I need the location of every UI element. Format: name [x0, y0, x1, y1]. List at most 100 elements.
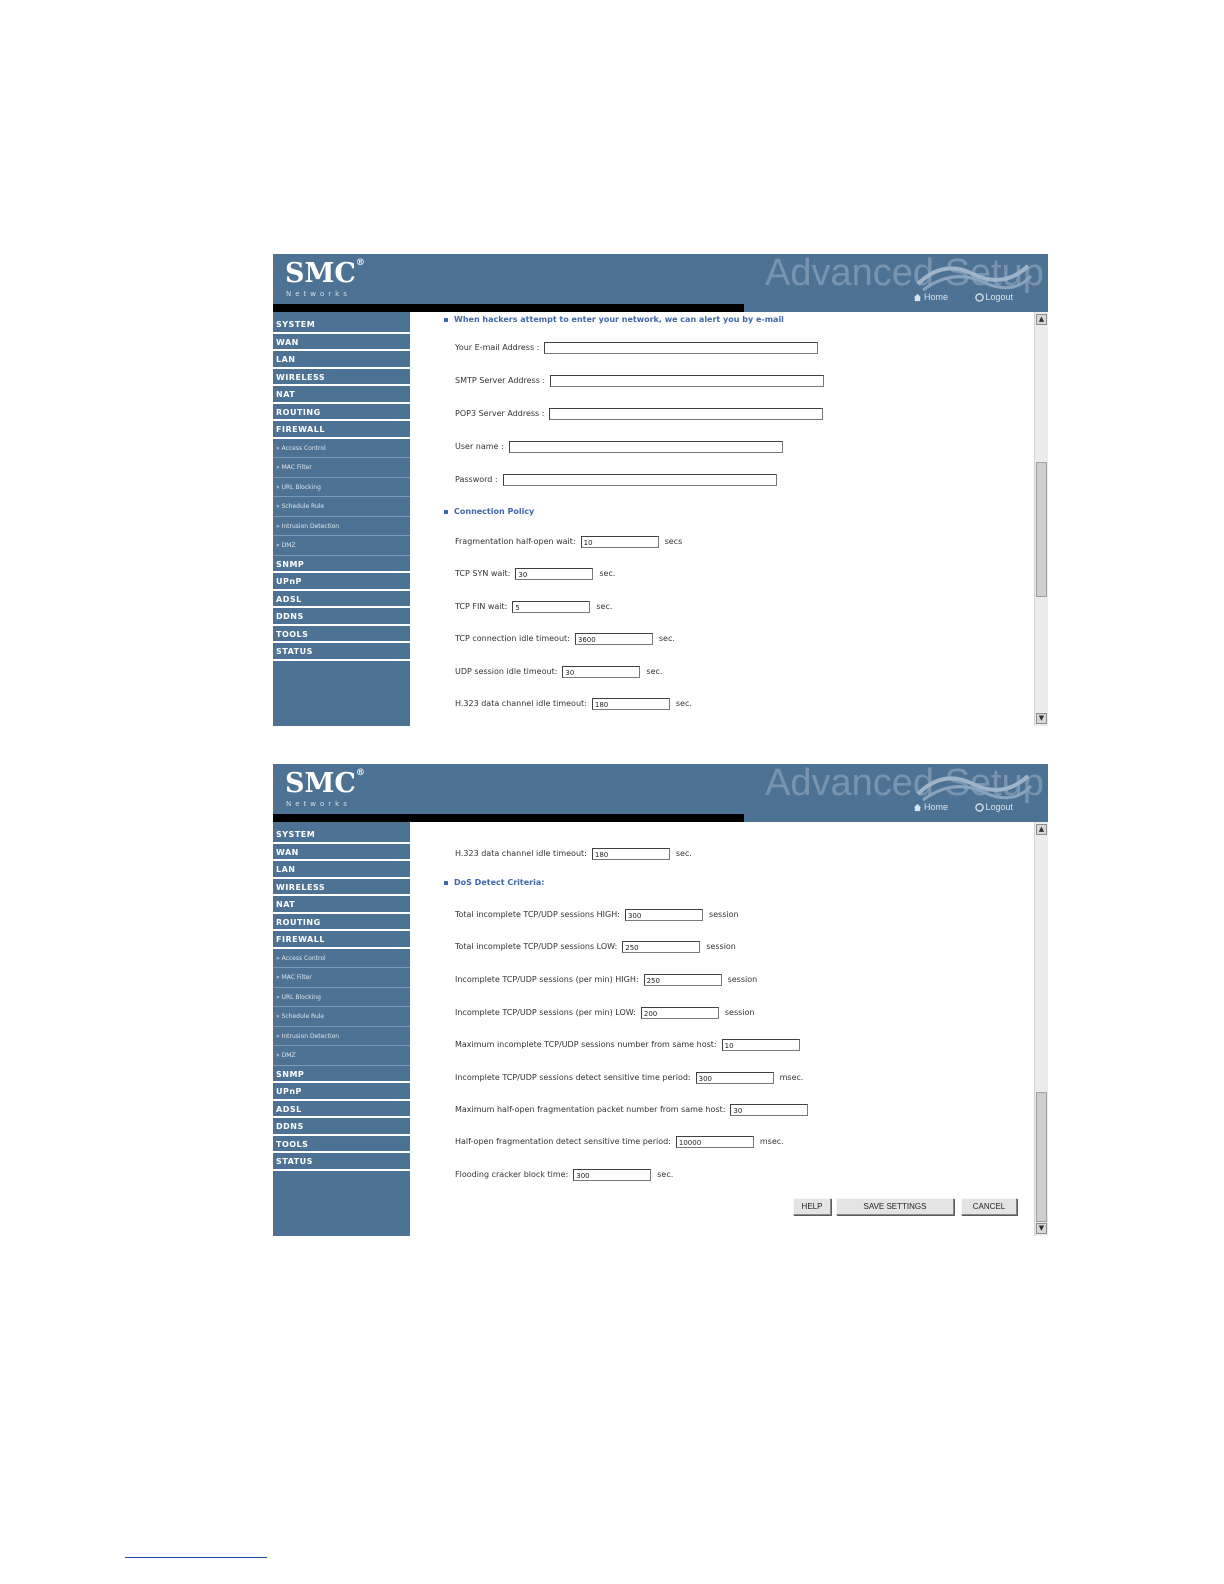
dos-criteria-section-title: DoS Detect Criteria:	[444, 878, 544, 887]
sidebar-sub-intrusion-detection[interactable]: » Intrusion Detection	[273, 1027, 410, 1046]
sidebar-item-wan[interactable]: WAN	[273, 334, 410, 351]
bullet-icon	[444, 880, 448, 885]
sidebar-item-ddns[interactable]: DDNS	[273, 1118, 410, 1136]
scroll-up-arrow-icon[interactable]: ▲	[1036, 824, 1047, 835]
save-settings-button[interactable]: SAVE SETTINGS	[836, 1198, 954, 1215]
h323-idle-input[interactable]: 180	[591, 698, 670, 710]
content-panel: When hackers attempt to enter your netwo…	[410, 312, 1034, 726]
sidebar-item-wan[interactable]: WAN	[273, 844, 410, 861]
logo-tagline: Networks	[286, 290, 351, 298]
header-black-bar	[273, 814, 744, 822]
sidebar-item-nat[interactable]: NAT	[273, 896, 410, 914]
dos-total-low-input[interactable]: 250	[622, 941, 701, 953]
sidebar-item-firewall[interactable]: FIREWALL	[273, 931, 410, 949]
sidebar-sub-mac-filter[interactable]: » MAC Filter	[273, 968, 410, 988]
sidebar-nav: SYSTEM WAN LAN WIRELESS NAT ROUTING FIRE…	[273, 312, 410, 726]
password-input[interactable]	[502, 474, 777, 486]
header-links: Home Logout	[913, 292, 1037, 302]
sidebar-item-lan[interactable]: LAN	[273, 351, 410, 369]
sidebar-item-upnp[interactable]: UPnP	[273, 1083, 410, 1101]
smc-logo: SMC®	[285, 258, 365, 289]
dos-max-halfopen-input[interactable]: 30	[730, 1104, 809, 1116]
sidebar-item-adsl[interactable]: ADSL	[273, 591, 410, 608]
sidebar-item-snmp[interactable]: SNMP	[273, 1066, 410, 1083]
sidebar-item-adsl[interactable]: ADSL	[273, 1101, 410, 1118]
pop3-server-row: POP3 Server Address :	[455, 406, 824, 422]
dos-halfopen-period-input[interactable]: 10000	[675, 1136, 754, 1148]
email-address-row: Your E-mail Address :	[455, 340, 819, 356]
sidebar-item-routing[interactable]: ROUTING	[273, 404, 410, 421]
sidebar-item-status[interactable]: STATUS	[273, 1153, 410, 1171]
tcp-syn-input[interactable]: 30	[515, 568, 594, 580]
sidebar-item-wireless[interactable]: WIRELESS	[273, 879, 410, 896]
dos-block-time-input[interactable]: 300	[573, 1169, 652, 1181]
cancel-button[interactable]: CANCEL	[961, 1198, 1017, 1215]
footer-rule	[125, 1557, 267, 1558]
password-row: Password :	[455, 472, 777, 488]
tcp-idle-input[interactable]: 3600	[574, 633, 653, 645]
sidebar-item-lan[interactable]: LAN	[273, 861, 410, 879]
sidebar-item-system[interactable]: SYSTEM	[273, 826, 410, 844]
router-screenshot-connection-policy: SMC® Networks Advanced Setup Home Logout…	[273, 254, 1048, 726]
header-banner: SMC® Networks Advanced Setup Home Logout	[273, 764, 1048, 822]
sidebar-item-firewall[interactable]: FIREWALL	[273, 421, 410, 439]
sidebar-sub-url-blocking[interactable]: » URL Blocking	[273, 478, 410, 497]
sidebar-item-system[interactable]: SYSTEM	[273, 316, 410, 334]
udp-idle-input[interactable]: 30	[562, 666, 641, 678]
scroll-down-arrow-icon[interactable]: ▼	[1036, 1223, 1047, 1234]
scroll-down-arrow-icon[interactable]: ▼	[1036, 713, 1047, 724]
help-button[interactable]: HELP	[793, 1198, 831, 1215]
home-link[interactable]: Home	[913, 292, 960, 302]
pop3-server-input[interactable]	[549, 408, 824, 420]
dos-sensitive-period-input[interactable]: 300	[695, 1072, 774, 1084]
email-address-input[interactable]	[544, 342, 819, 354]
sidebar-item-snmp[interactable]: SNMP	[273, 556, 410, 573]
scroll-up-arrow-icon[interactable]: ▲	[1036, 314, 1047, 325]
header-links: Home Logout	[913, 802, 1037, 812]
sidebar-sub-access-control[interactable]: » Access Control	[273, 439, 410, 458]
sidebar-item-status[interactable]: STATUS	[273, 643, 410, 661]
dos-max-incomplete-input[interactable]: 10	[721, 1039, 800, 1051]
dos-permin-high-input[interactable]: 250	[643, 974, 722, 986]
smtp-server-input[interactable]	[550, 375, 825, 387]
smtp-server-row: SMTP Server Address :	[455, 373, 825, 389]
sidebar-sub-url-blocking[interactable]: » URL Blocking	[273, 988, 410, 1007]
dos-max-halfopen-row: Maximum half-open fragmentation packet n…	[455, 1102, 809, 1118]
vertical-scrollbar[interactable]: ▲ ▼	[1034, 822, 1048, 1236]
h323-idle-row: H.323 data channel idle timeout: 180 sec.	[455, 698, 692, 710]
logout-link[interactable]: Logout	[974, 802, 1026, 812]
logo-tagline: Networks	[286, 800, 351, 808]
sidebar-item-wireless[interactable]: WIRELESS	[273, 369, 410, 386]
sidebar-sub-dmz[interactable]: » DMZ	[273, 536, 410, 556]
frag-halfopen-input[interactable]: 10	[580, 536, 659, 548]
dos-total-high-input[interactable]: 300	[624, 909, 703, 921]
sidebar-sub-mac-filter[interactable]: » MAC Filter	[273, 458, 410, 478]
logout-icon	[974, 293, 984, 302]
sidebar-item-ddns[interactable]: DDNS	[273, 608, 410, 626]
sidebar-sub-schedule-rule[interactable]: » Schedule Rule	[273, 497, 410, 517]
tcp-fin-input[interactable]: 5	[512, 601, 591, 613]
dos-permin-low-input[interactable]: 200	[640, 1007, 719, 1019]
sidebar-item-tools[interactable]: TOOLS	[273, 1136, 410, 1153]
sidebar-sub-access-control[interactable]: » Access Control	[273, 949, 410, 968]
username-input[interactable]	[508, 441, 783, 453]
bullet-icon	[444, 317, 448, 322]
sidebar-item-routing[interactable]: ROUTING	[273, 914, 410, 931]
tcp-idle-row: TCP connection idle timeout: 3600 sec.	[455, 633, 675, 645]
sidebar-sub-schedule-rule[interactable]: » Schedule Rule	[273, 1007, 410, 1027]
sidebar-item-upnp[interactable]: UPnP	[273, 573, 410, 591]
sidebar-sub-dmz[interactable]: » DMZ	[273, 1046, 410, 1066]
logout-link[interactable]: Logout	[974, 292, 1026, 302]
scroll-thumb[interactable]	[1036, 462, 1047, 597]
h323-idle-input[interactable]: 180	[591, 848, 670, 860]
swirl-graphic-icon	[916, 264, 1033, 292]
connection-policy-section-title: Connection Policy	[444, 507, 534, 516]
home-link[interactable]: Home	[913, 802, 960, 812]
swirl-graphic-icon	[916, 774, 1033, 802]
sidebar-sub-intrusion-detection[interactable]: » Intrusion Detection	[273, 517, 410, 536]
vertical-scrollbar[interactable]: ▲ ▼	[1034, 312, 1048, 726]
sidebar-item-tools[interactable]: TOOLS	[273, 626, 410, 643]
sidebar-item-nat[interactable]: NAT	[273, 386, 410, 404]
frag-halfopen-row: Fragmentation half-open wait: 10 secs	[455, 536, 683, 548]
scroll-thumb[interactable]	[1036, 1092, 1047, 1222]
